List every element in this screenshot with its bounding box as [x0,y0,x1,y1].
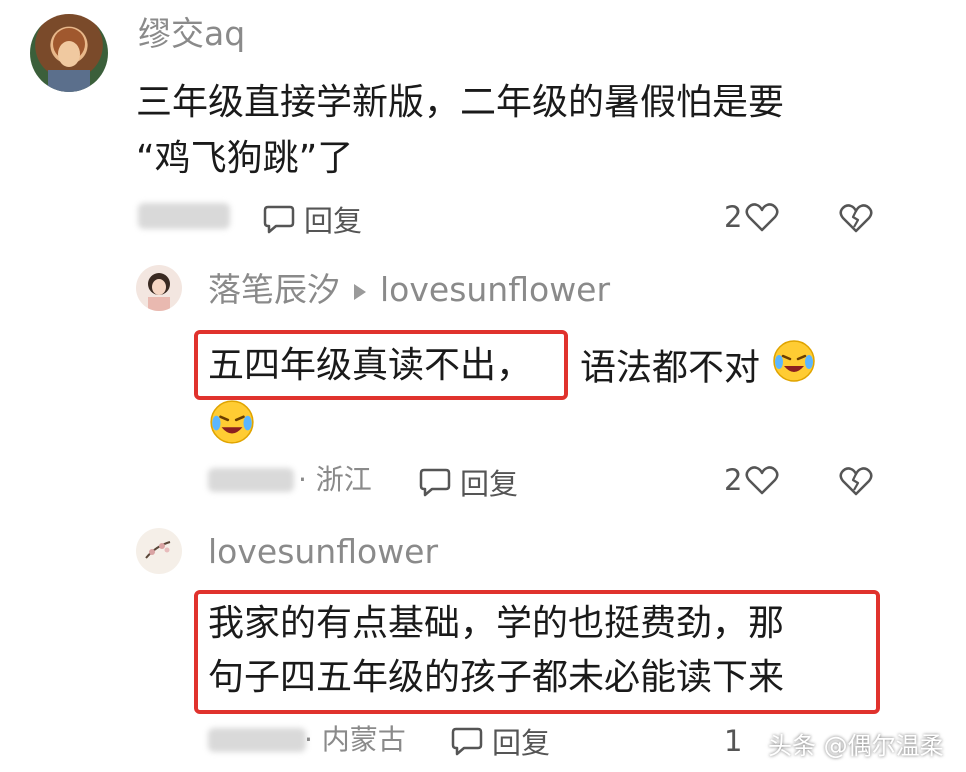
avatar[interactable] [30,14,108,92]
comment-bubble-icon [263,205,295,234]
comment-author[interactable]: lovesunflower [208,532,438,572]
reply-button[interactable]: 回复 [450,720,550,762]
comment-bubble-icon [419,468,451,497]
reply-to-user[interactable]: lovesunflower [380,270,610,309]
reply-label: 回复 [492,726,551,760]
comment-bubble-icon [451,727,483,756]
reply-label: 回复 [460,467,519,501]
like-button[interactable]: 2 [724,200,780,234]
reply-button[interactable]: 回复 [418,461,518,503]
like-button[interactable]: 1 [724,724,742,758]
location-label: · 内蒙古 [304,723,406,756]
avatar-illustration [148,273,170,311]
dislike-button[interactable] [838,465,874,501]
reply-header: 落笔辰汐 lovesunflower [208,270,610,310]
heart-icon [745,466,779,495]
reply-arrow-icon [354,283,366,300]
comment-text-highlighted: 五四年级真读不出， [208,345,533,386]
heart-icon [745,203,779,232]
like-count: 1 [724,724,743,758]
comment-text-line-1: 我家的有点基础，学的也挺费劲，那 [208,603,785,644]
avatar-illustration [48,28,90,92]
comment-text-rest: 语法都不对 [580,338,817,401]
location-label: · 浙江 [298,463,372,496]
comment-text-line-1: 三年级直接学新版，二年级的暑假怕是要 [136,82,785,123]
comment-author[interactable]: 落笔辰汐 [208,270,340,309]
avatar[interactable] [136,265,182,311]
comment-author[interactable]: 缪交aq [138,14,245,54]
watermark: 头条 @偶尔温柔 [768,732,944,760]
reply-button[interactable]: 回复 [262,198,362,240]
like-button[interactable]: 2 [724,463,780,497]
broken-heart-icon [839,204,873,233]
like-count: 2 [724,200,743,234]
blurred-timestamp [208,728,306,752]
avatar-illustration [145,541,171,559]
comment-text-line-2: 句子四五年级的孩子都未必能读下来 [208,657,785,698]
blurred-timestamp [208,468,294,492]
like-count: 2 [724,463,743,497]
crying-laughing-emoji-icon [771,338,817,401]
avatar[interactable] [136,528,182,574]
reply-label: 回复 [304,204,363,238]
comment-text: 语法都不对 [580,347,761,389]
crying-laughing-emoji-icon [208,398,256,450]
comment-text-line-2: “鸡飞狗跳”了 [136,138,354,179]
dislike-button[interactable] [838,202,874,238]
broken-heart-icon [839,467,873,496]
blurred-timestamp [138,203,230,229]
